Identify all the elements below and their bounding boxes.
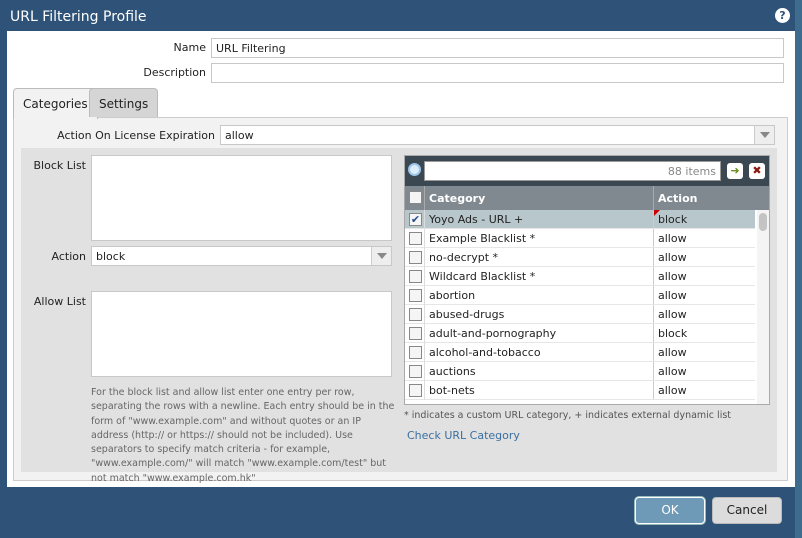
block-list-input[interactable] (91, 155, 392, 241)
cancel-button[interactable]: Cancel (712, 497, 782, 524)
tab-settings[interactable]: Settings (89, 88, 159, 117)
license-select[interactable]: allow (220, 125, 775, 145)
row-checkbox[interactable]: ✔ (409, 213, 422, 226)
row-action[interactable]: allow (658, 365, 687, 378)
row-category: abused-drugs (429, 308, 505, 321)
row-category: alcohol-and-tobacco (429, 346, 541, 359)
row-action[interactable]: allow (658, 308, 687, 321)
table-row[interactable]: no-decrypt * allow (405, 248, 755, 267)
row-checkbox[interactable] (409, 384, 422, 397)
category-grid: 88 items ➜ ✖ Category Action ✔ Yoyo Ads -… (404, 155, 770, 405)
row-checkbox[interactable] (409, 251, 422, 264)
license-label: Action On License Expiration (57, 129, 215, 142)
row-category: Wildcard Blacklist * (429, 270, 536, 283)
help-icon[interactable]: ? (775, 8, 790, 23)
table-row[interactable]: alcohol-and-tobacco allow (405, 343, 755, 362)
row-checkbox[interactable] (409, 346, 422, 359)
row-action[interactable]: block (658, 327, 687, 340)
column-category[interactable]: Category (429, 192, 485, 205)
clear-filter-icon[interactable]: ✖ (749, 163, 765, 179)
check-url-category-link[interactable]: Check URL Category (407, 429, 520, 442)
table-row[interactable]: abortion allow (405, 286, 755, 305)
action-value: block (96, 250, 126, 263)
row-checkbox[interactable] (409, 365, 422, 378)
row-checkbox[interactable] (409, 327, 422, 340)
row-checkbox[interactable] (409, 270, 422, 283)
table-row[interactable]: ✔ Yoyo Ads - URL + block (405, 210, 755, 229)
apply-filter-icon[interactable]: ➜ (727, 163, 743, 179)
description-label: Description (143, 66, 206, 79)
table-row[interactable]: adult-and-pornography block (405, 324, 755, 343)
row-action[interactable]: allow (658, 251, 687, 264)
search-input[interactable]: 88 items (424, 161, 721, 181)
scrollbar[interactable] (757, 210, 769, 404)
row-category: bot-nets (429, 384, 475, 397)
table-row[interactable]: auctions allow (405, 362, 755, 381)
row-checkbox[interactable] (409, 308, 422, 321)
row-action[interactable]: block (658, 213, 687, 226)
dialog-title: URL Filtering Profile (10, 9, 147, 25)
row-action[interactable]: allow (658, 384, 687, 397)
block-list-label: Block List (33, 159, 86, 172)
license-value: allow (225, 129, 254, 142)
row-category: no-decrypt * (429, 251, 498, 264)
allow-list-input[interactable] (91, 291, 392, 377)
row-checkbox[interactable] (409, 289, 422, 302)
name-label: Name (173, 41, 206, 54)
chevron-down-icon (754, 126, 774, 144)
help-text: For the block list and allow list enter … (91, 387, 395, 484)
grid-toolbar: 88 items ➜ ✖ (405, 156, 769, 186)
action-select[interactable]: block (91, 246, 392, 266)
search-icon (408, 163, 421, 176)
row-checkbox[interactable] (409, 232, 422, 245)
ok-button[interactable]: OK (635, 497, 705, 524)
item-count: 88 items (667, 165, 716, 178)
table-row[interactable]: Wildcard Blacklist * allow (405, 267, 755, 286)
name-input[interactable]: URL Filtering (211, 38, 784, 58)
chevron-down-icon (371, 247, 391, 265)
background-edge (795, 0, 802, 538)
row-category: adult-and-pornography (429, 327, 557, 340)
tab-categories[interactable]: Categories (13, 88, 98, 119)
table-row[interactable]: bot-nets allow (405, 381, 755, 400)
legend-text: * indicates a custom URL category, + ind… (404, 410, 732, 421)
column-action[interactable]: Action (658, 192, 697, 205)
grid-header: Category Action (405, 186, 769, 210)
modified-marker-icon (654, 210, 660, 216)
row-action[interactable]: allow (658, 289, 687, 302)
table-row[interactable]: Example Blacklist * allow (405, 229, 755, 248)
table-row[interactable]: abused-drugs allow (405, 305, 755, 324)
row-action[interactable]: allow (658, 232, 687, 245)
row-action[interactable]: allow (658, 346, 687, 359)
action-label: Action (51, 250, 86, 263)
row-category: auctions (429, 365, 476, 378)
select-all-checkbox[interactable] (409, 191, 422, 204)
row-category: abortion (429, 289, 476, 302)
row-category: Example Blacklist * (429, 232, 536, 245)
allow-list-label: Allow List (33, 295, 86, 308)
row-action[interactable]: allow (658, 270, 687, 283)
description-input[interactable] (211, 63, 784, 83)
row-category: Yoyo Ads - URL + (429, 213, 524, 226)
